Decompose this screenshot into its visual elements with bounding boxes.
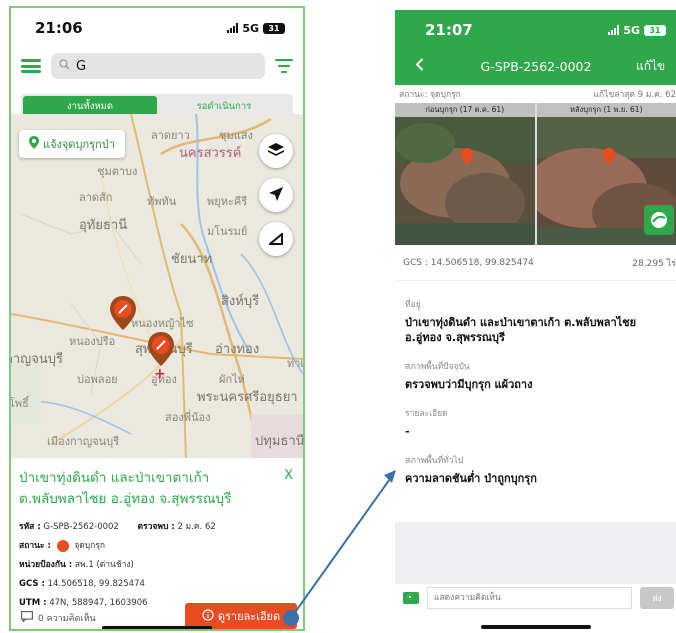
- connector-arrow: [283, 470, 396, 626]
